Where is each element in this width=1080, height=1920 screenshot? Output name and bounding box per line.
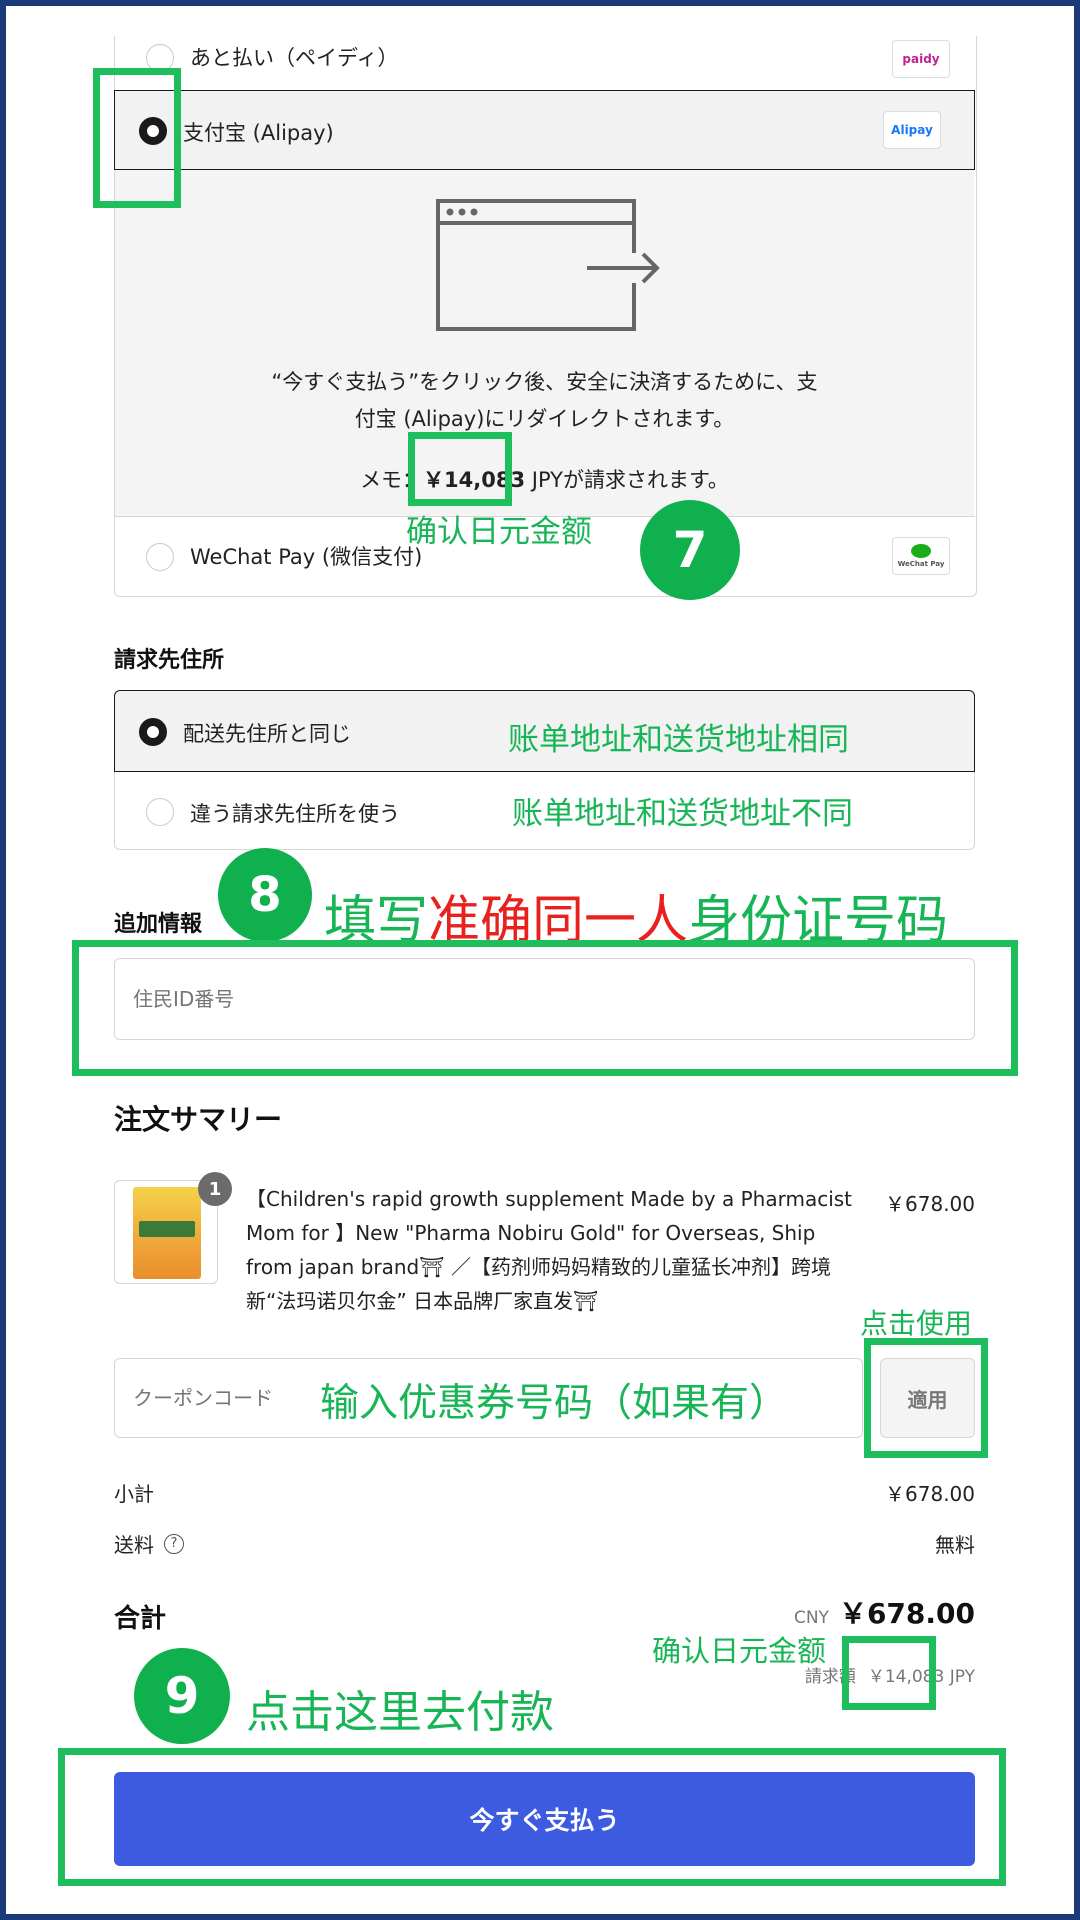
total-currency: CNY [793, 1608, 829, 1628]
highlight-charged-value [842, 1636, 936, 1710]
payment-option-paidy[interactable]: あと払い（ペイディ） paidy [114, 30, 975, 90]
redirect-text-line-1: “今すぐ支払う”をクリック後、安全に決済するために、支 [271, 370, 818, 394]
alipay-logo: Alipay [883, 111, 941, 149]
annotation-confirm-yen-2: 确认日元金额 [652, 1634, 827, 1668]
total-row: CNY ￥678.00 [706, 1592, 975, 1632]
memo-line: メモ：￥14,083 JPYが請求されます。 [115, 464, 974, 494]
subtotal-label: 小計 [114, 1482, 154, 1506]
product-name: 【Children's rapid growth supplement Made… [246, 1182, 852, 1318]
subtotal-value: ￥678.00 [885, 1482, 975, 1506]
paidy-logo-text: paidy [902, 52, 940, 66]
wechat-label: WeChat Pay (微信支付) [190, 545, 423, 569]
step-7-badge: 7 [640, 500, 740, 600]
additional-info-title: 追加情報 [114, 912, 203, 937]
shipping-label: 送料 [114, 1533, 154, 1557]
product-name-line-4: 新“法玛诺贝尔金” 日本品牌厂家直发⛩ [246, 1289, 599, 1313]
browser-redirect-icon [436, 199, 660, 331]
paidy-logo: paidy [892, 40, 950, 78]
annotation-same-address: 账单地址和送货地址相同 [508, 722, 849, 758]
shipping-value: 無料 [935, 1533, 975, 1557]
product-name-line-3: from japan brand⛩ ／【药剂师妈妈精致的儿童猛长冲剂】跨境 [246, 1255, 831, 1279]
alipay-redirect-panel: “今すぐ支払う”をクリック後、安全に決済するために、支 付宝 (Alipay)に… [115, 170, 974, 516]
annotation-different-address: 账单地址和送货地址不同 [512, 796, 853, 832]
total-value: ￥678.00 [838, 1597, 975, 1630]
payment-option-alipay[interactable]: 支付宝 (Alipay) Alipay [114, 90, 975, 170]
product-name-line-2: Mom for 】New "Pharma Nobiru Gold" for Ov… [246, 1221, 816, 1245]
annotation-coupon-note: 输入优惠券号码（如果有） [320, 1381, 789, 1426]
wechat-logo-text: WeChat Pay [897, 560, 945, 568]
product-package-label [139, 1221, 195, 1237]
highlight-apply-button [864, 1338, 988, 1458]
redirect-text-line-2: 付宝 (Alipay)にリダイレクトされます。 [354, 407, 735, 431]
billing-same-radio[interactable] [139, 718, 167, 746]
alipay-logo-text: Alipay [891, 123, 933, 137]
help-icon[interactable]: ? [164, 1533, 184, 1554]
total-label: 合計 [114, 1604, 167, 1634]
billing-different-radio[interactable] [146, 798, 174, 826]
billing-title: 請求先住所 [114, 648, 225, 673]
wechat-logo: WeChat Pay [892, 537, 950, 575]
annotation-pay-note: 点击这里去付款 [246, 1687, 554, 1738]
checkout-page: あと払い（ペイディ） paidy 支付宝 (Alipay) Alipay “今す… [6, 6, 1074, 1914]
quantity-badge: 1 [198, 1172, 232, 1206]
wechat-radio[interactable] [146, 543, 174, 571]
wechat-bubble-icon [911, 544, 931, 558]
annotation-click-use: 点击使用 [860, 1307, 973, 1340]
step-8-badge: 8 [218, 848, 312, 942]
product-name-line-1: 【Children's rapid growth supplement Made… [246, 1187, 853, 1211]
highlight-pay-button [58, 1748, 1006, 1886]
highlight-memo-amount [408, 432, 512, 506]
billing-same-label: 配送先住所と同じ [183, 722, 351, 746]
step-9-badge: 9 [134, 1648, 230, 1744]
annotation-confirm-yen-1: 确认日元金额 [406, 514, 592, 550]
paidy-label: あと払い（ペイディ） [190, 46, 399, 70]
shipping-row: 送料 ? [114, 1529, 184, 1558]
billing-different-label: 違う請求先住所を使う [190, 802, 400, 826]
highlight-alipay-radio [93, 68, 181, 208]
alipay-label: 支付宝 (Alipay) [183, 121, 334, 145]
highlight-resident-id [72, 940, 1018, 1076]
order-summary-title: 注文サマリー [114, 1103, 283, 1136]
product-price: ￥678.00 [885, 1192, 975, 1216]
memo-suffix: JPYが請求されます。 [525, 468, 729, 492]
